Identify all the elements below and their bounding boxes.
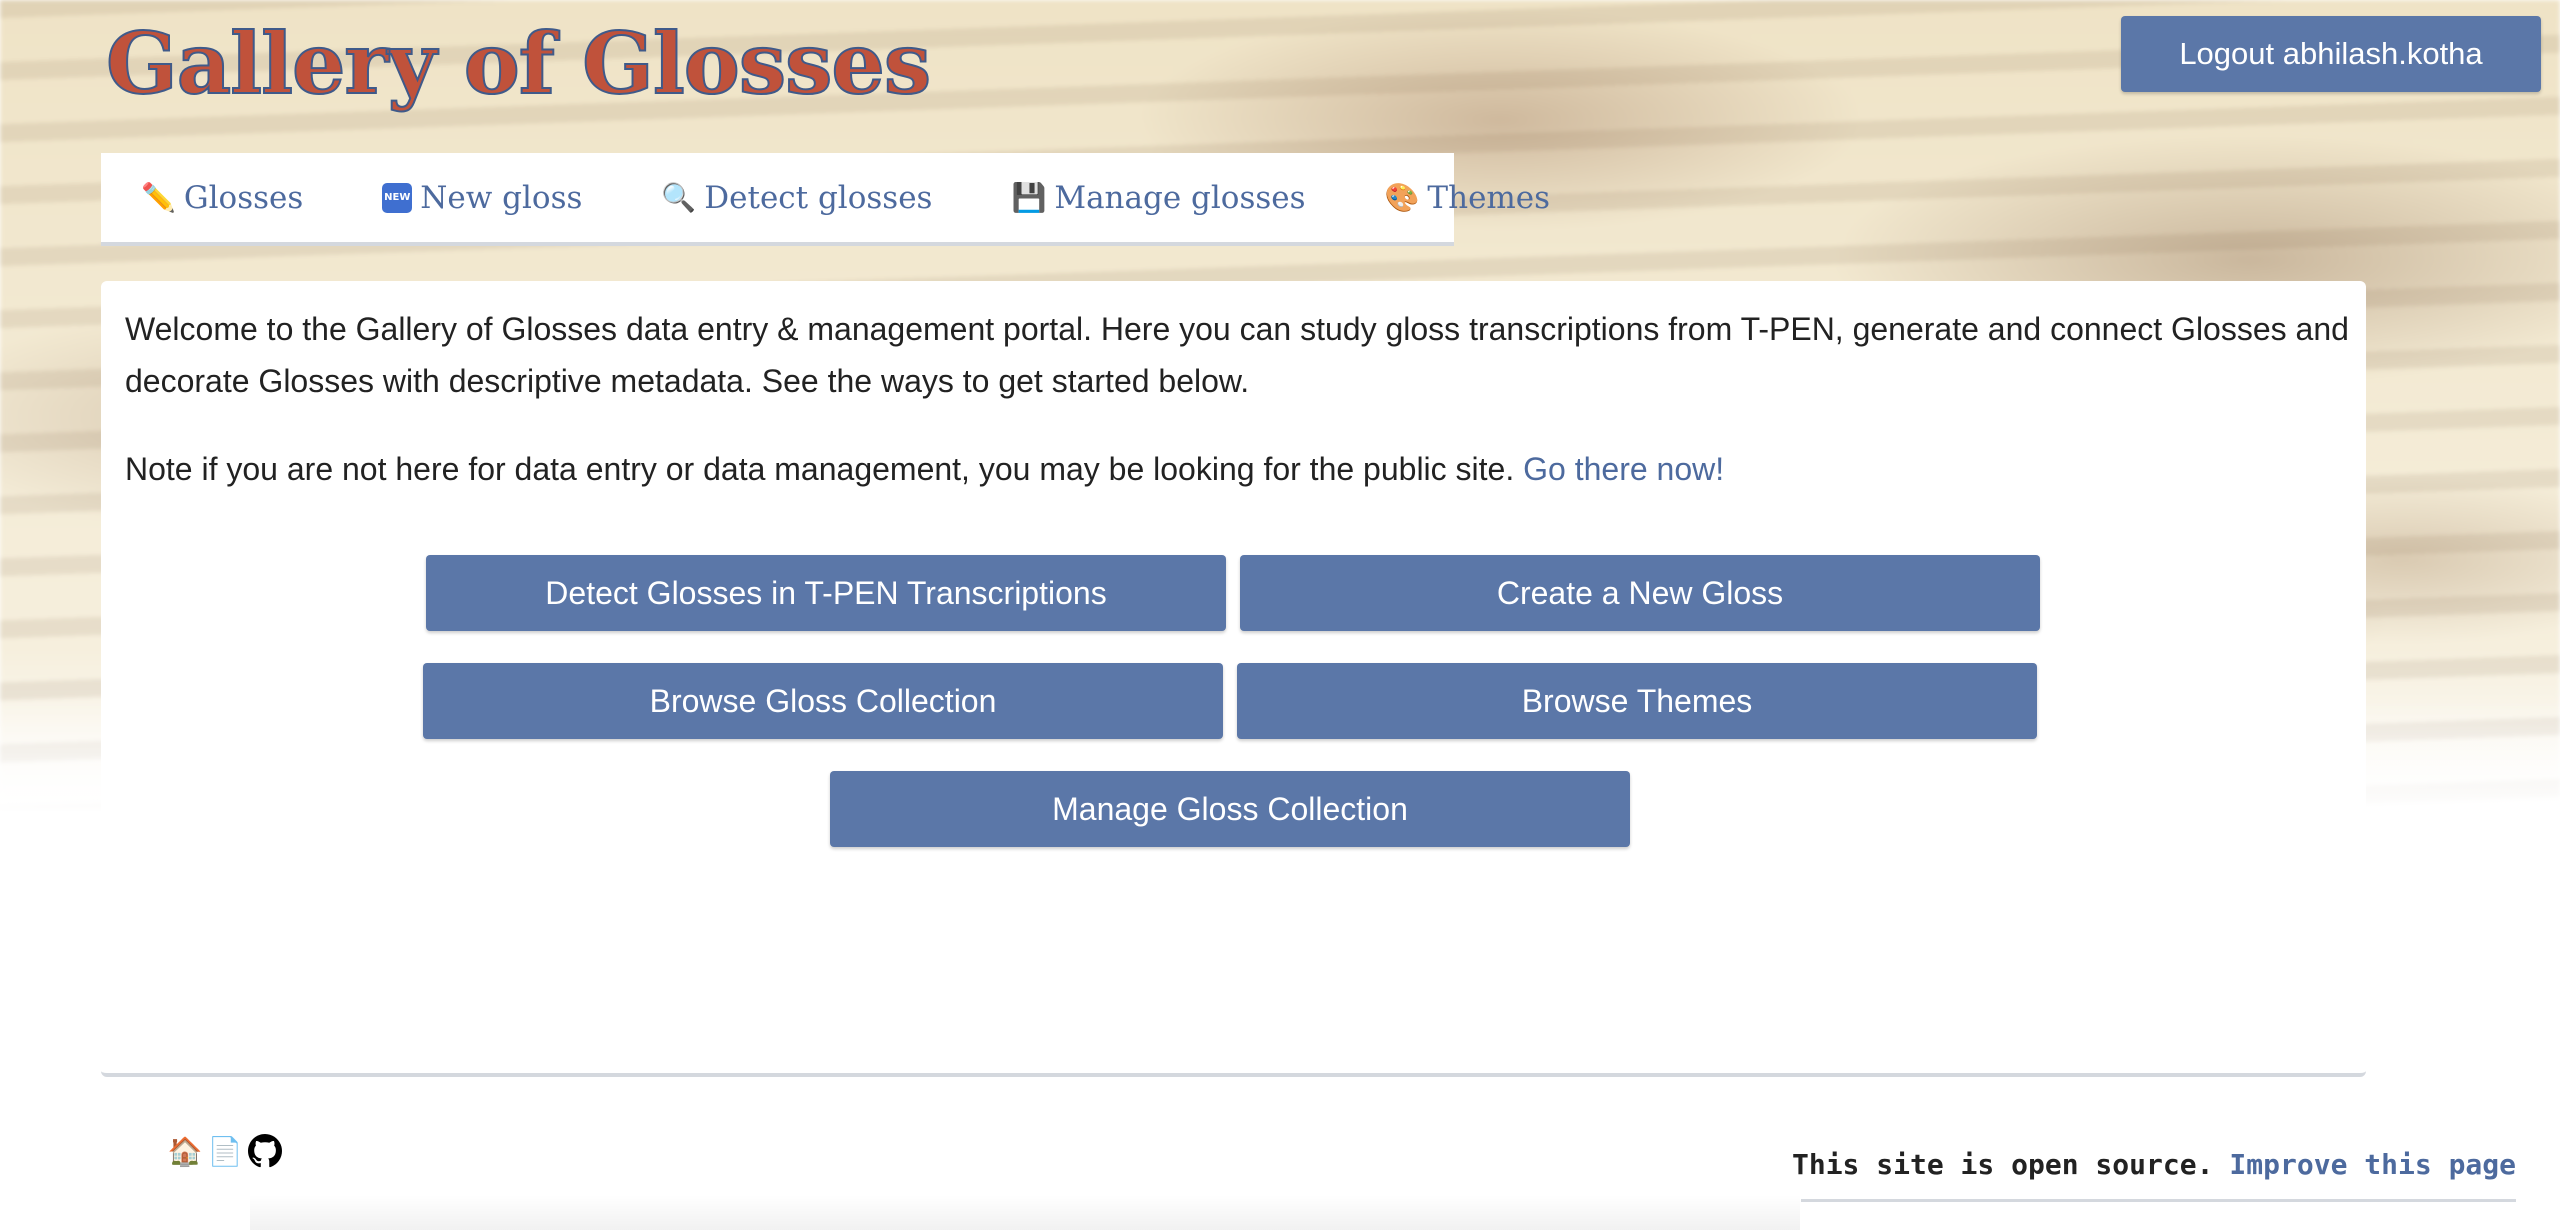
tab-themes[interactable]: 🎨 Themes — [1385, 180, 1551, 216]
logout-button[interactable]: Logout abhilash.kotha — [2121, 16, 2541, 92]
tab-manage-glosses[interactable]: 💾 Manage glosses — [1011, 180, 1305, 216]
tab-new-gloss[interactable]: NEW New gloss — [382, 180, 582, 216]
tab-label: Manage glosses — [1054, 179, 1306, 216]
create-gloss-button[interactable]: Create a New Gloss — [1240, 555, 2040, 631]
document-icon[interactable]: 📄 — [207, 1133, 243, 1169]
new-badge-icon: NEW — [382, 182, 413, 213]
detect-glosses-button[interactable]: Detect Glosses in T-PEN Transcriptions — [426, 555, 1226, 631]
main-nav: ✏️ Glosses NEW New gloss 🔍 Detect glosse… — [101, 153, 1550, 246]
palette-icon: 🎨 — [1384, 181, 1420, 214]
improve-page-link[interactable]: Improve this page — [2229, 1148, 2516, 1181]
tab-label: Themes — [1427, 179, 1551, 216]
browse-themes-button[interactable]: Browse Themes — [1237, 663, 2037, 739]
open-source-text: This site is open source. — [1791, 1148, 2214, 1181]
floppy-disk-icon: 💾 — [1011, 181, 1047, 214]
public-site-note: Note if you are not here for data entry … — [125, 443, 1724, 495]
magnifier-icon: 🔍 — [661, 181, 697, 214]
footer-icon-links: 🏠 📄 — [167, 1133, 287, 1169]
tab-label: Glosses — [183, 179, 304, 216]
tab-detect-glosses[interactable]: 🔍 Detect glosses — [661, 180, 932, 216]
tab-label: Detect glosses — [704, 179, 933, 216]
public-site-link[interactable]: Go there now! — [1523, 451, 1724, 487]
footer-shadow — [250, 1195, 1800, 1230]
home-icon[interactable]: 🏠 — [167, 1133, 203, 1169]
tab-glosses[interactable]: ✏️ Glosses — [141, 180, 303, 216]
github-icon[interactable] — [247, 1133, 283, 1169]
open-source-note: This site is open source. Improve this p… — [1792, 1130, 2516, 1202]
pencil-icon: ✏️ — [141, 181, 176, 214]
tab-label: New gloss — [420, 179, 583, 216]
main-card: Welcome to the Gallery of Glosses data e… — [101, 281, 2366, 1077]
site-title[interactable]: Gallery of Glosses — [105, 13, 932, 114]
intro-text: Welcome to the Gallery of Glosses data e… — [125, 311, 2349, 399]
manage-gloss-collection-button[interactable]: Manage Gloss Collection — [830, 771, 1630, 847]
browse-gloss-collection-button[interactable]: Browse Gloss Collection — [423, 663, 1223, 739]
note-text: Note if you are not here for data entry … — [125, 451, 1515, 487]
